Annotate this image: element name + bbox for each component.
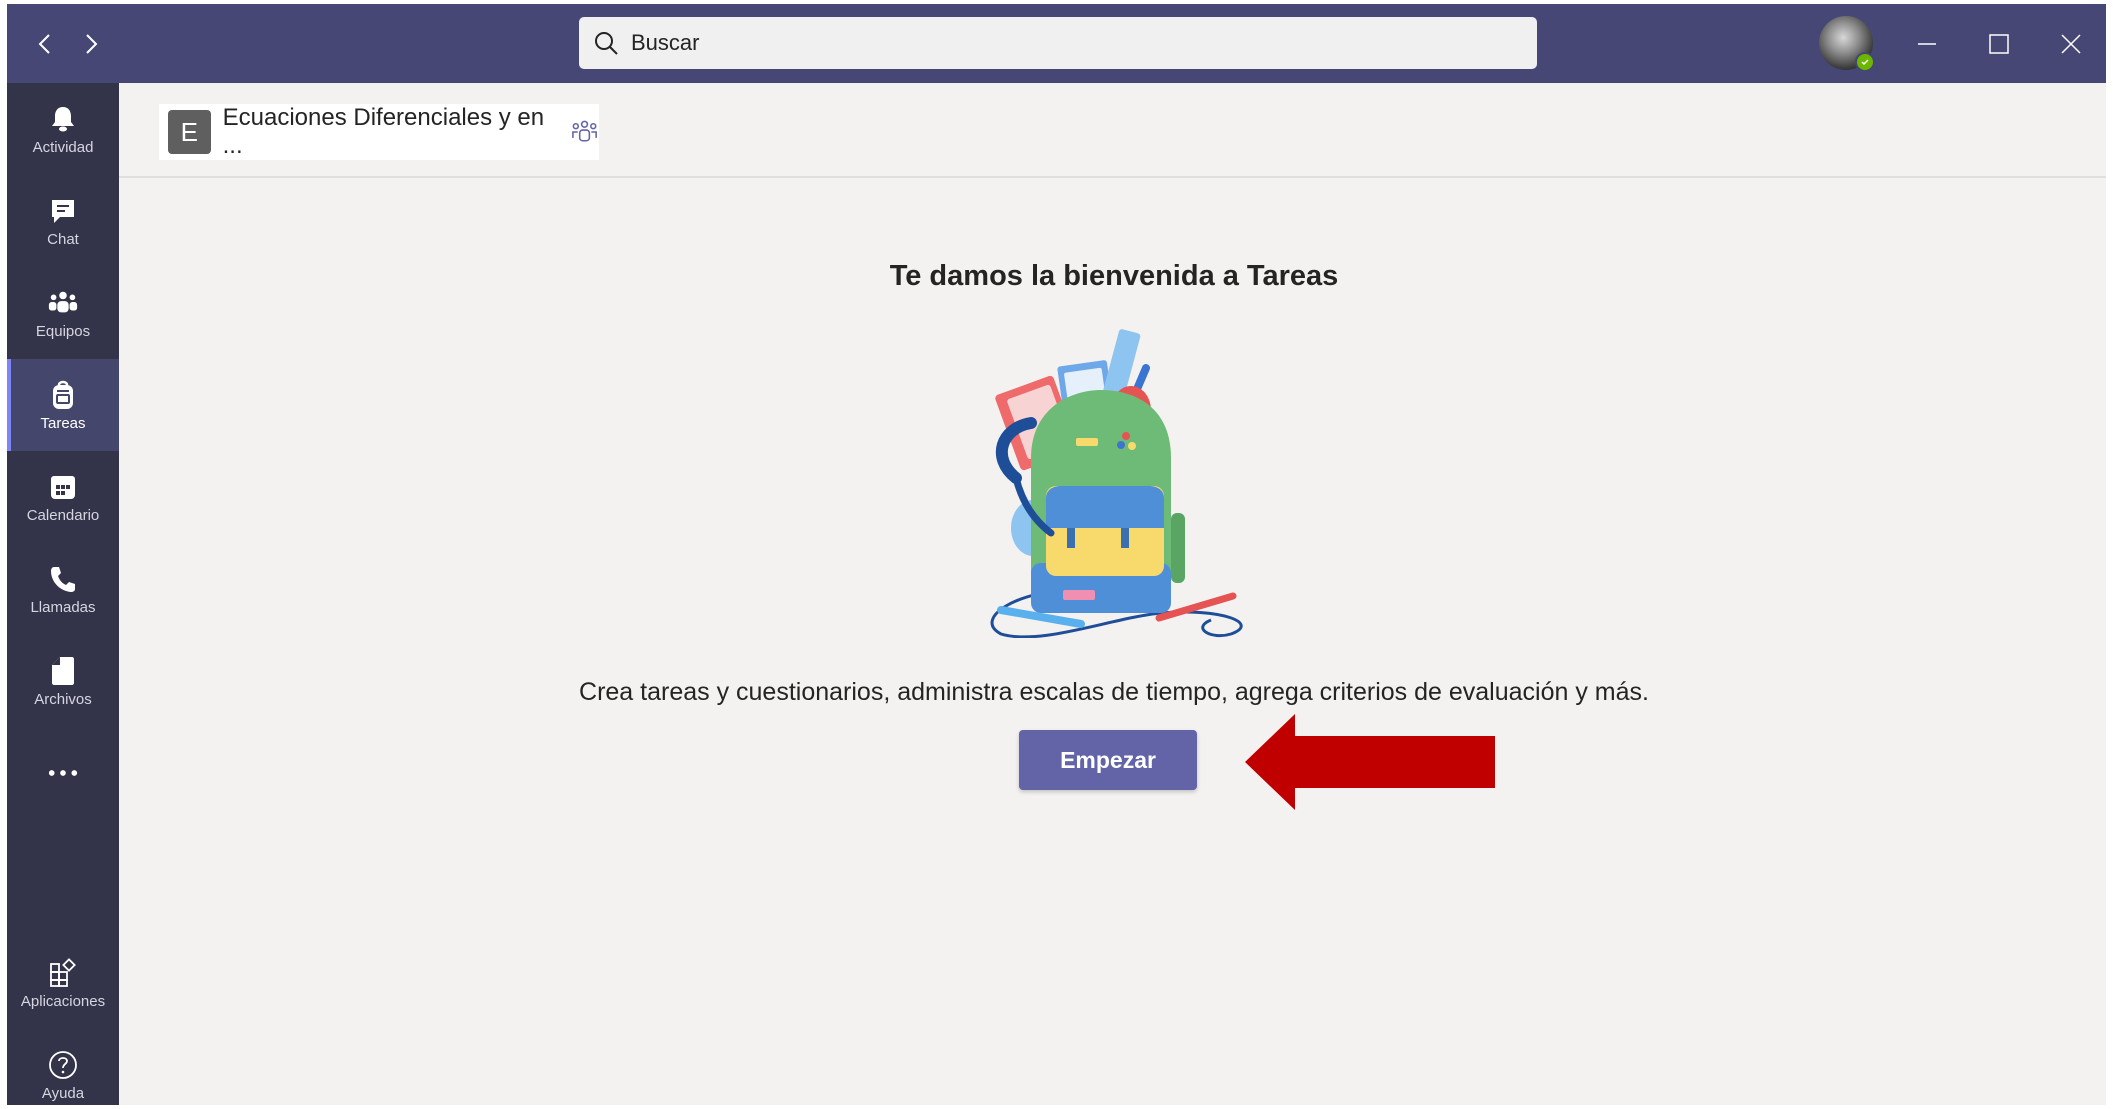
red-arrow-annotation [1245,714,1495,810]
minimize-icon [1918,43,1936,45]
rail-item-label: Chat [47,230,79,248]
rail-item-label: Calendario [26,506,100,524]
more-icon [47,757,79,789]
phone-icon [47,563,79,595]
chat-icon [47,195,79,227]
rail-item-tareas[interactable]: Tareas [7,359,119,451]
close-icon [2061,34,2081,54]
rail-item-label: Actividad [32,138,94,156]
back-button[interactable] [27,26,63,62]
team-avatar: E [168,110,211,154]
backpack-illustration [990,329,1243,638]
chevron-right-icon [86,34,98,54]
rail-item-aplicaciones[interactable]: Aplicaciones [7,937,119,1029]
teams-window: Actividad Chat Equipos Tareas Calendario [7,4,2106,1105]
channel-header: E Ecuaciones Diferenciales y en ... [119,83,2106,178]
page-title: Te damos la bienvenida a Tareas [889,260,1339,292]
app-rail: Actividad Chat Equipos Tareas Calendario [7,83,119,1105]
team-name: Ecuaciones Diferenciales y en ... [222,104,545,159]
forward-button[interactable] [73,26,109,62]
rail-item-llamadas[interactable]: Llamadas [7,543,119,635]
backpack-icon [47,379,79,411]
rail-item-label: Archivos [34,690,92,708]
rail-item-ayuda[interactable]: Ayuda [7,1029,119,1105]
assignments-welcome: Te damos la bienvenida a Tareas Crea tar… [119,178,2106,1105]
rail-item-label: Tareas [40,414,86,432]
team-selector[interactable]: E Ecuaciones Diferenciales y en ... [159,104,599,160]
maximize-icon [1989,34,2009,54]
search-input[interactable] [629,29,1513,57]
presence-available-icon [1855,52,1875,72]
bell-icon [47,103,79,135]
rail-item-label: Equipos [35,322,91,340]
team-members-icon [572,120,597,142]
chevron-left-icon [38,34,50,54]
rail-item-archivos[interactable]: Archivos [7,635,119,727]
rail-item-equipos[interactable]: Equipos [7,267,119,359]
apps-icon [47,957,79,989]
minimize-button[interactable] [1905,22,1949,66]
user-avatar[interactable] [1819,16,1875,72]
rail-item-chat[interactable]: Chat [7,175,119,267]
rail-item-label: Aplicaciones [20,992,106,1010]
calendar-icon [47,471,79,503]
close-button[interactable] [2049,22,2093,66]
search-icon [595,32,618,55]
rail-item-actividad[interactable]: Actividad [7,83,119,175]
teams-icon [47,287,79,319]
start-button[interactable]: Empezar [1019,730,1197,790]
title-bar [7,4,2106,83]
rail-item-label: Ayuda [41,1084,85,1102]
file-icon [47,655,79,687]
rail-item-calendario[interactable]: Calendario [7,451,119,543]
rail-item-label: Llamadas [30,598,96,616]
maximize-button[interactable] [1977,22,2021,66]
help-icon [47,1049,79,1081]
page-description: Crea tareas y cuestionarios, administra … [579,678,1649,706]
search-bar[interactable] [579,17,1537,69]
rail-item-more[interactable] [7,727,119,819]
